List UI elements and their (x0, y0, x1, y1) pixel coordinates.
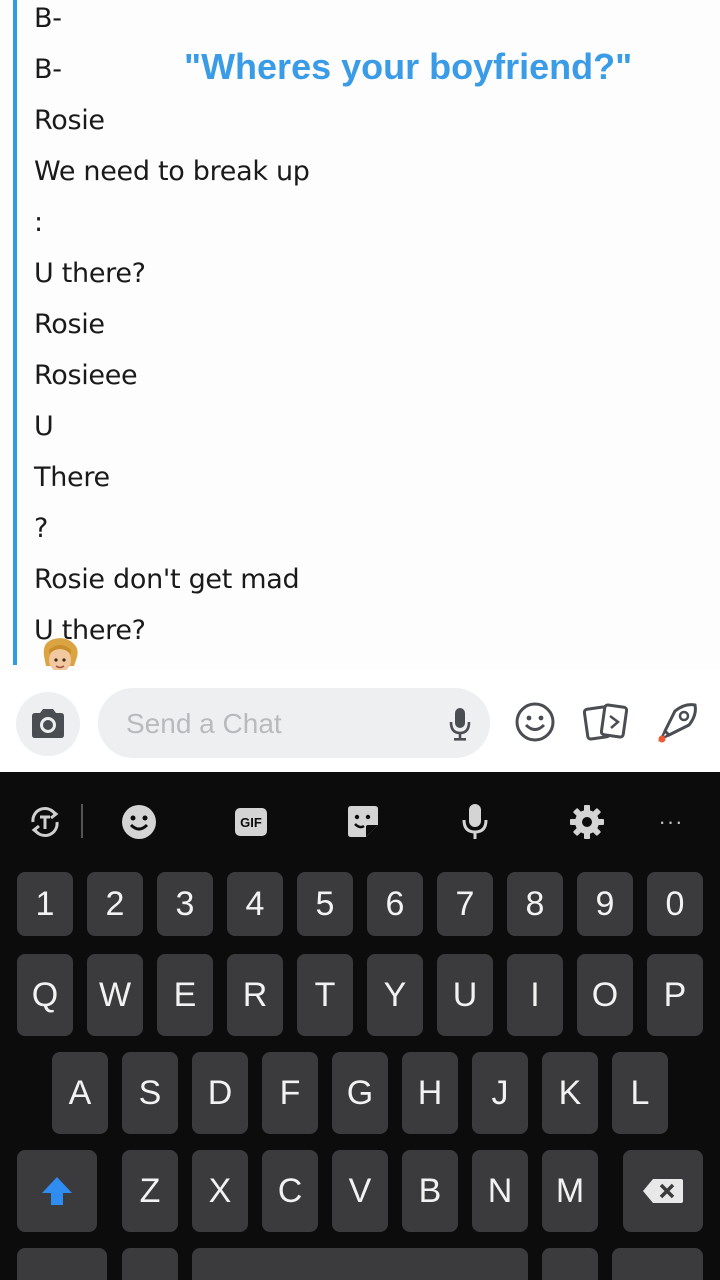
chat-message: Rosie don't get mad (34, 564, 300, 595)
key-8[interactable]: 8 (507, 872, 563, 936)
key-q[interactable]: Q (17, 954, 73, 1036)
chat-message: B- (34, 3, 62, 34)
gif-button[interactable]: GIF (231, 802, 271, 842)
enter-key[interactable] (612, 1248, 703, 1280)
key-o[interactable]: O (577, 954, 633, 1036)
key-i[interactable]: I (507, 954, 563, 1036)
key-g[interactable]: G (332, 1052, 388, 1134)
chat-message: ? (34, 513, 49, 544)
chat-message: Rosie (34, 105, 105, 136)
chat-message: Rosieee (34, 360, 138, 391)
translate-icon (31, 807, 59, 837)
key-h[interactable]: H (402, 1052, 458, 1134)
chat-message: U there? (34, 258, 146, 289)
chat-message: U (34, 411, 54, 442)
chat-message: We need to break up (34, 156, 310, 187)
rocket-icon (658, 703, 697, 743)
smiley-icon (122, 805, 156, 839)
chat-history: B- B- Rosie We need to break up : U ther… (0, 0, 720, 670)
key-v[interactable]: V (332, 1150, 388, 1232)
key-d[interactable]: D (192, 1052, 248, 1134)
shift-key[interactable] (17, 1150, 97, 1232)
smiley-icon (515, 702, 555, 742)
key-c[interactable]: C (262, 1150, 318, 1232)
key-p[interactable]: P (647, 954, 703, 1036)
key-j[interactable]: J (472, 1052, 528, 1134)
chat-input-bar: Send a Chat (0, 672, 720, 772)
key-m[interactable]: M (542, 1150, 598, 1232)
key-n[interactable]: N (472, 1150, 528, 1232)
translate-button[interactable] (25, 802, 65, 842)
keyboard-settings-button[interactable] (567, 802, 607, 842)
overlay-caption: "Wheres your boyfriend?" (184, 46, 633, 87)
chat-input-placeholder: Send a Chat (126, 708, 282, 739)
camera-icon (32, 709, 64, 738)
voice-input-button[interactable] (455, 802, 495, 842)
key-l[interactable]: L (612, 1052, 668, 1134)
microphone-icon[interactable] (448, 706, 472, 742)
key-u[interactable]: U (437, 954, 493, 1036)
chat-message: B- (34, 54, 62, 85)
emoji-button[interactable] (511, 698, 559, 746)
key-r[interactable]: R (227, 954, 283, 1036)
key-w[interactable]: W (87, 954, 143, 1036)
toolbar-divider (81, 804, 83, 838)
chat-message: There (34, 462, 110, 493)
key-6[interactable]: 6 (367, 872, 423, 936)
key-4[interactable]: 4 (227, 872, 283, 936)
message-group-bar (13, 0, 17, 665)
more-options-button[interactable]: ··· (651, 802, 691, 842)
space-key[interactable] (192, 1248, 528, 1280)
backspace-key[interactable] (623, 1150, 703, 1232)
key-e[interactable]: E (157, 954, 213, 1036)
key-y[interactable]: Y (367, 954, 423, 1036)
shift-arrow-icon (42, 1177, 72, 1205)
key-b[interactable]: B (402, 1150, 458, 1232)
key-0[interactable]: 0 (647, 872, 703, 936)
key-2[interactable]: 2 (87, 872, 143, 936)
emoji-key[interactable] (122, 1248, 178, 1280)
key-9[interactable]: 9 (577, 872, 633, 936)
key-z[interactable]: Z (122, 1150, 178, 1232)
symbols-key[interactable] (17, 1248, 107, 1280)
games-button[interactable] (654, 698, 702, 746)
key-1[interactable]: 1 (17, 872, 73, 936)
chat-text-input[interactable]: Send a Chat (98, 688, 490, 758)
key-f[interactable]: F (262, 1052, 318, 1134)
key-7[interactable]: 7 (437, 872, 493, 936)
keyboard: G I F ··· 1 2 3 4 5 6 7 8 9 0 Q W E R T Y … (0, 772, 720, 1280)
bitmoji-avatar-icon (43, 638, 78, 670)
key-a[interactable]: A (52, 1052, 108, 1134)
sticker-icon (348, 806, 378, 837)
key-k[interactable]: K (542, 1052, 598, 1134)
emoji-keyboard-button[interactable] (119, 802, 159, 842)
key-s[interactable]: S (122, 1052, 178, 1134)
key-t[interactable]: T (297, 954, 353, 1036)
period-key[interactable] (542, 1248, 598, 1280)
gear-icon (570, 805, 604, 839)
backspace-icon (643, 1179, 683, 1203)
gif-icon: GIF (235, 808, 267, 836)
chat-message: : (34, 207, 43, 238)
key-3[interactable]: 3 (157, 872, 213, 936)
sticker-button[interactable] (343, 802, 383, 842)
chat-message: Rosie (34, 309, 105, 340)
cards-icon (583, 703, 629, 741)
camera-button[interactable] (16, 692, 80, 756)
key-5[interactable]: 5 (297, 872, 353, 936)
cards-button[interactable] (582, 698, 630, 746)
key-x[interactable]: X (192, 1150, 248, 1232)
microphone-icon (462, 804, 488, 839)
